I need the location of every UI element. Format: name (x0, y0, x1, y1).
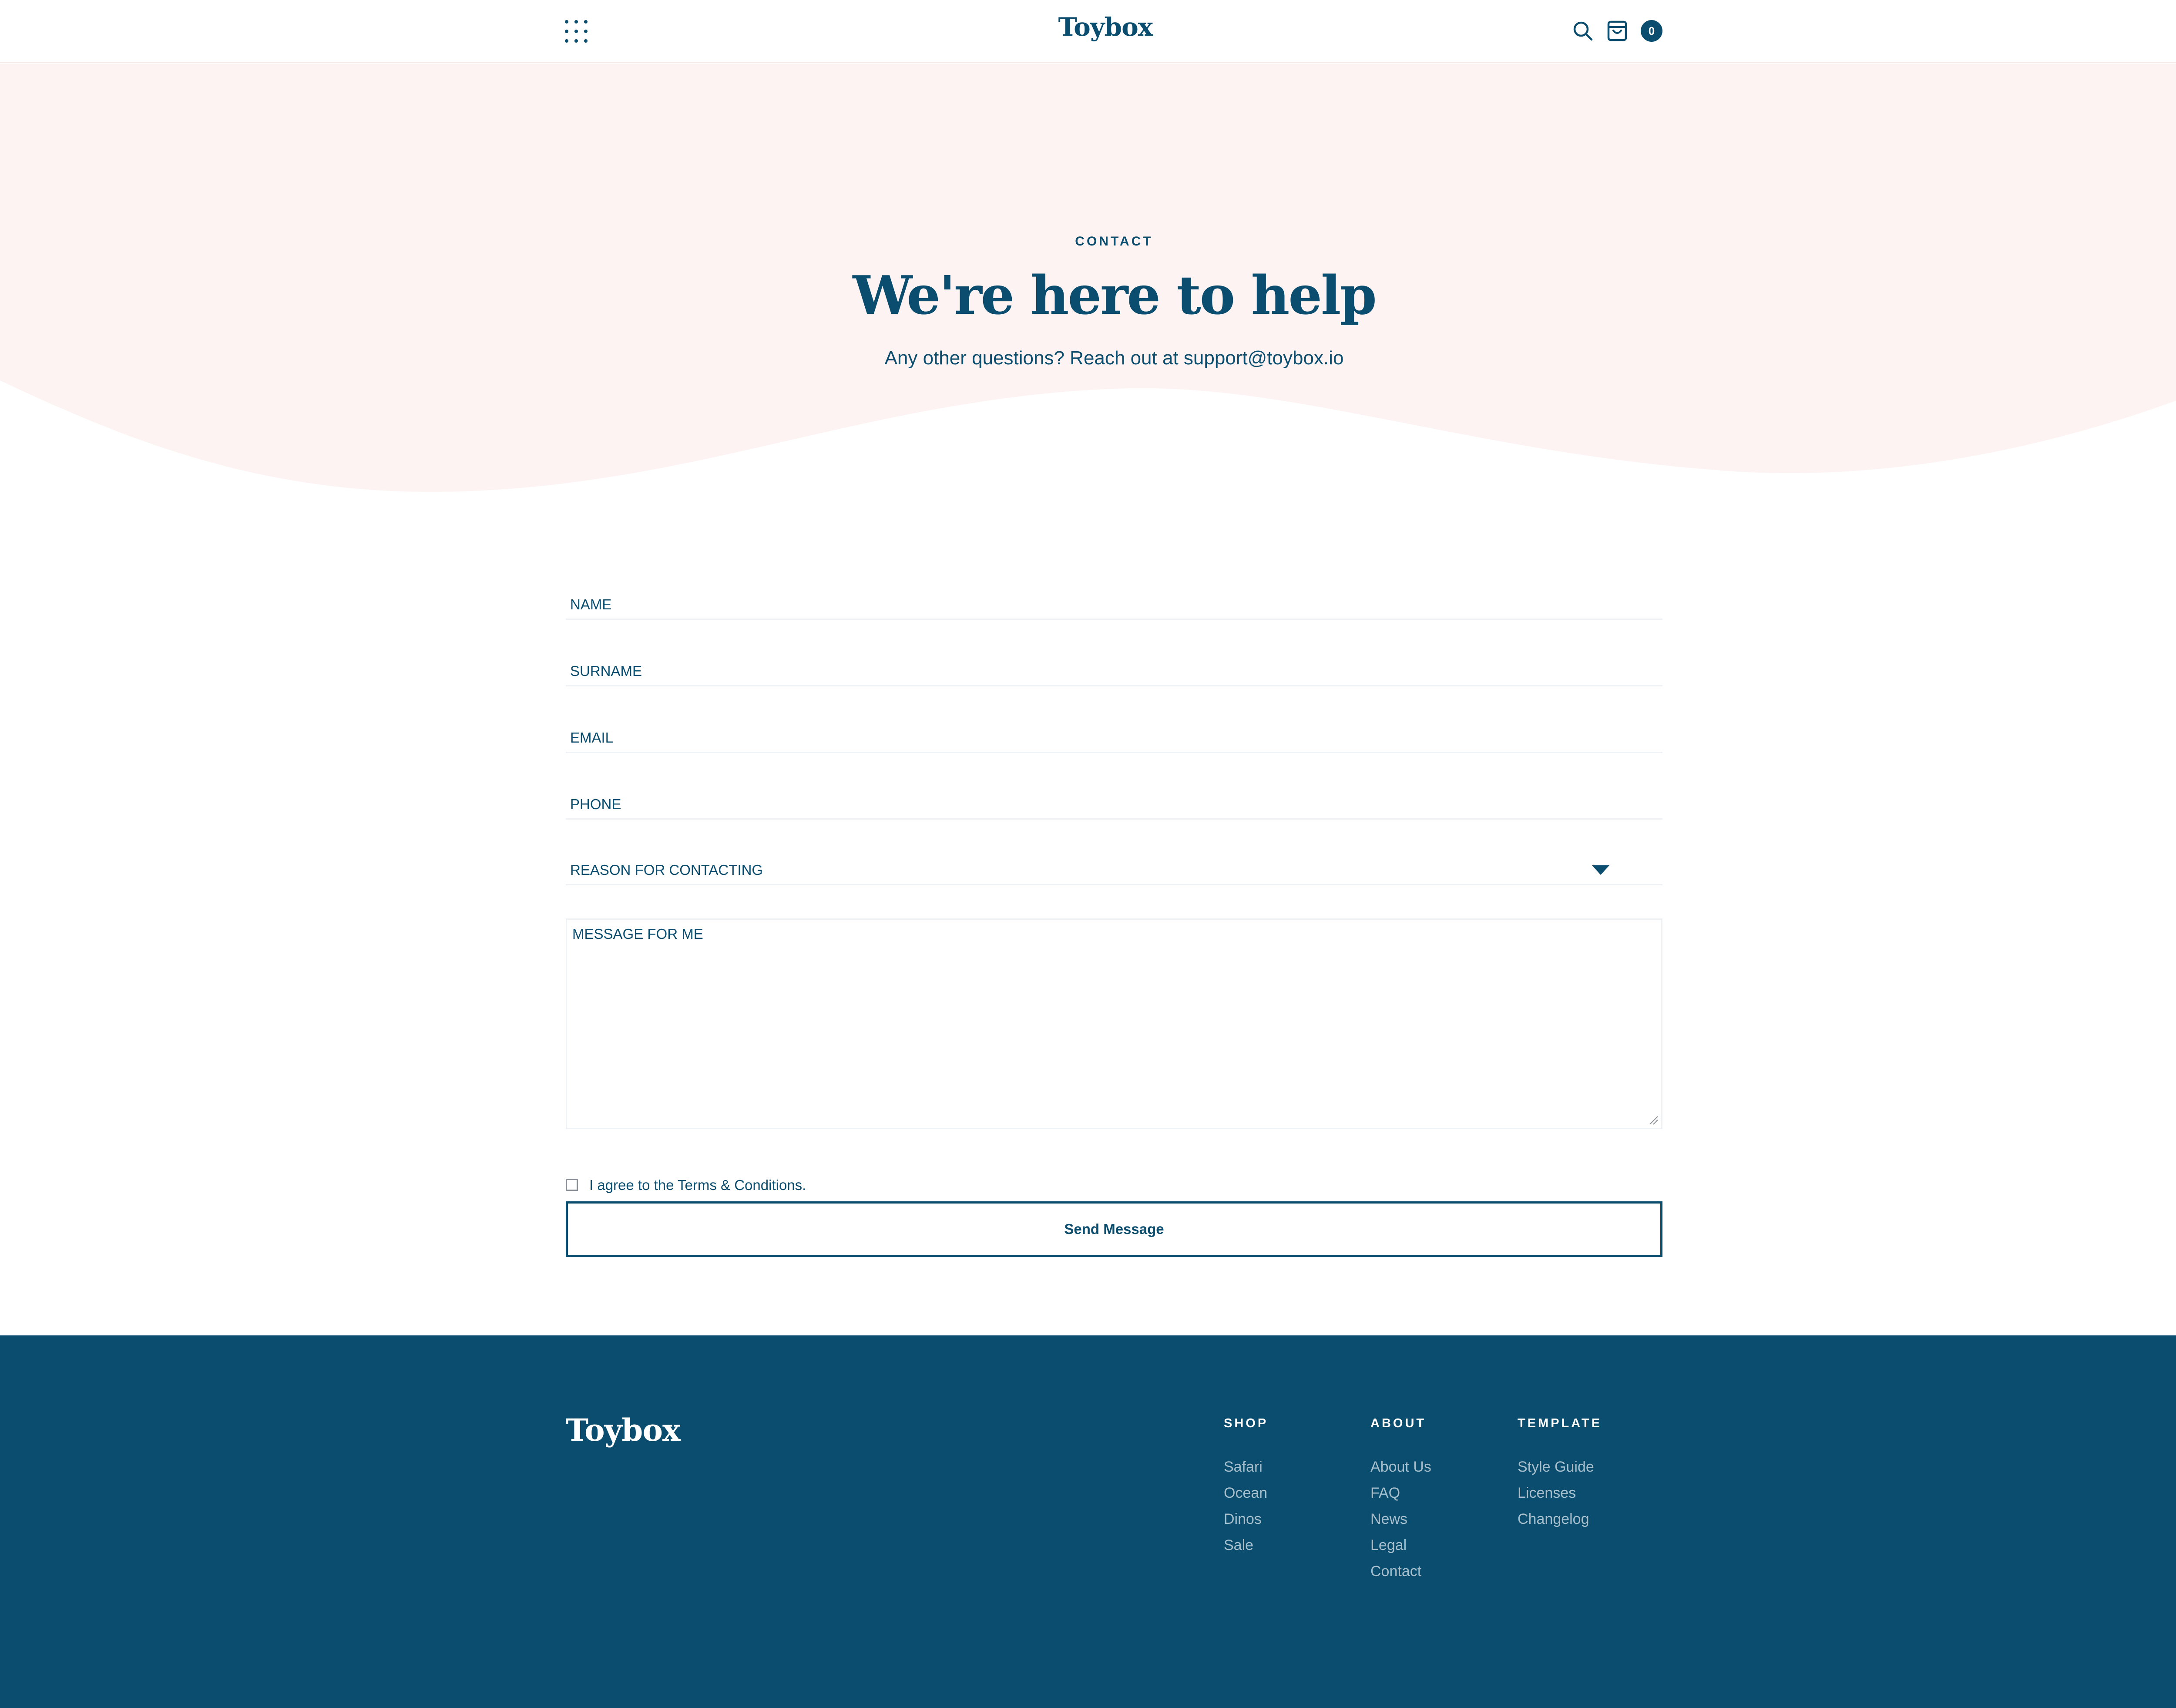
email-field[interactable]: EMAIL (566, 716, 1662, 753)
site-header: Toybox 0 (0, 0, 2176, 63)
send-message-button[interactable]: Send Message (566, 1201, 1662, 1257)
footer-link-changelog[interactable]: Changelog (1518, 1506, 1602, 1532)
grid-menu-icon[interactable] (563, 19, 589, 44)
footer-link-about-us[interactable]: About Us (1370, 1454, 1431, 1480)
footer-link-safari[interactable]: Safari (1224, 1454, 1268, 1480)
footer-link-sale[interactable]: Sale (1224, 1532, 1268, 1558)
footer-column-about: ABOUT About Us FAQ News Legal Contact (1370, 1416, 1431, 1584)
footer-column-shop: SHOP Safari Ocean Dinos Sale (1224, 1416, 1268, 1558)
footer-link-licenses[interactable]: Licenses (1518, 1480, 1602, 1506)
phone-field[interactable]: PHONE (566, 783, 1662, 820)
hero-section: CONTACT We're here to help Any other que… (0, 64, 2176, 499)
footer-link-style-guide[interactable]: Style Guide (1518, 1454, 1602, 1480)
dropdown-caret-icon[interactable] (1592, 865, 1609, 875)
footer-heading-about: ABOUT (1370, 1416, 1427, 1430)
page-eyebrow: CONTACT (1075, 234, 1153, 249)
surname-label: SURNAME (570, 663, 642, 679)
footer-link-faq[interactable]: FAQ (1370, 1480, 1431, 1506)
footer-link-legal[interactable]: Legal (1370, 1532, 1431, 1558)
resize-handle-icon[interactable] (1649, 1116, 1659, 1125)
reason-select[interactable]: REASON FOR CONTACTING (566, 849, 1662, 885)
name-field[interactable]: NAME (566, 583, 1662, 620)
phone-label: PHONE (570, 796, 621, 812)
footer-link-news[interactable]: News (1370, 1506, 1431, 1532)
terms-label[interactable]: I agree to the Terms & Conditions. (589, 1177, 806, 1194)
shopping-bag-icon[interactable] (1607, 19, 1628, 42)
footer-column-template: TEMPLATE Style Guide Licenses Changelog (1518, 1416, 1602, 1532)
surname-field[interactable]: SURNAME (566, 650, 1662, 686)
message-textarea[interactable]: MESSAGE FOR ME (566, 918, 1662, 1129)
page-subtitle: Any other questions? Reach out at suppor… (884, 347, 1344, 369)
footer-link-ocean[interactable]: Ocean (1224, 1480, 1268, 1506)
footer-link-contact[interactable]: Contact (1370, 1558, 1431, 1584)
search-icon[interactable] (1572, 20, 1594, 42)
email-label: EMAIL (570, 730, 614, 746)
terms-checkbox[interactable] (566, 1179, 578, 1191)
brand-logo[interactable]: Toybox (1001, 12, 1210, 42)
site-footer: Toybox SHOP Safari Ocean Dinos Sale ABOU… (0, 1335, 2176, 1708)
reason-label: REASON FOR CONTACTING (570, 862, 763, 878)
footer-heading-shop: SHOP (1224, 1416, 1269, 1430)
footer-heading-template: TEMPLATE (1518, 1416, 1602, 1430)
footer-brand-logo[interactable]: Toybox (566, 1412, 681, 1448)
name-label: NAME (570, 596, 612, 612)
cart-count-badge[interactable]: 0 (1641, 20, 1662, 42)
footer-link-dinos[interactable]: Dinos (1224, 1506, 1268, 1532)
page-title: We're here to help (853, 264, 1377, 326)
message-label: MESSAGE FOR ME (572, 926, 703, 942)
